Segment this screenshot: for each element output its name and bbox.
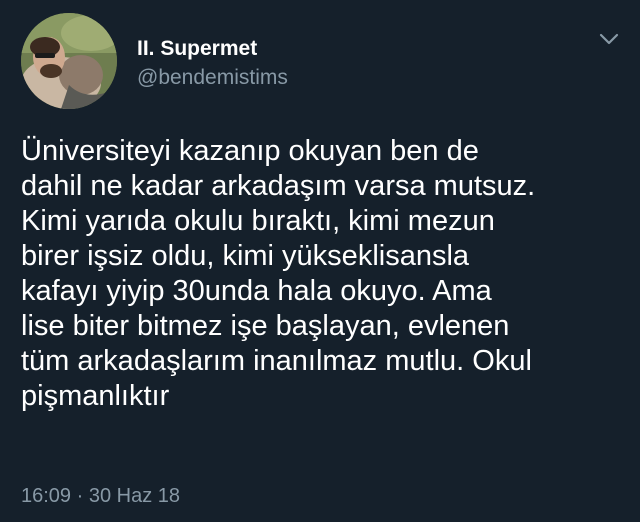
author-display-name[interactable]: II. Supermet — [137, 37, 257, 61]
avatar[interactable] — [21, 13, 117, 109]
avatar-photo — [21, 13, 117, 109]
tweet-text-line: lise biter bitmez işe başlayan, evlenen — [21, 310, 510, 342]
tweet-text-line: Kimi yarıda okulu bıraktı, kimi mezun — [21, 205, 495, 237]
tweet-text-line: dahil ne kadar arkadaşım varsa mutsuz. — [21, 170, 536, 202]
tweet-timestamp[interactable]: 16:09 · 30 Haz 18 — [21, 485, 180, 508]
chevron-down-icon[interactable] — [597, 29, 621, 49]
tweet-text-line: kafayı yiyip 30unda hala okuyo. Ama — [21, 275, 492, 307]
tweet-text-line: tüm arkadaşlarım inanılmaz mutlu. Okul — [21, 345, 532, 377]
tweet-text-line: Üniversiteyi kazanıp okuyan ben de — [21, 135, 479, 167]
tweet-text: Üniversiteyi kazanıp okuyan ben de dahil… — [21, 134, 621, 414]
tweet-text-line: birer işsiz oldu, kimi yükseklisansla — [21, 240, 470, 272]
author-handle[interactable]: @bendemistims — [137, 66, 288, 90]
tweet-card: II. Supermet @bendemistims Üniversiteyi … — [0, 0, 640, 522]
tweet-text-line: pişmanlıktır — [21, 380, 170, 412]
